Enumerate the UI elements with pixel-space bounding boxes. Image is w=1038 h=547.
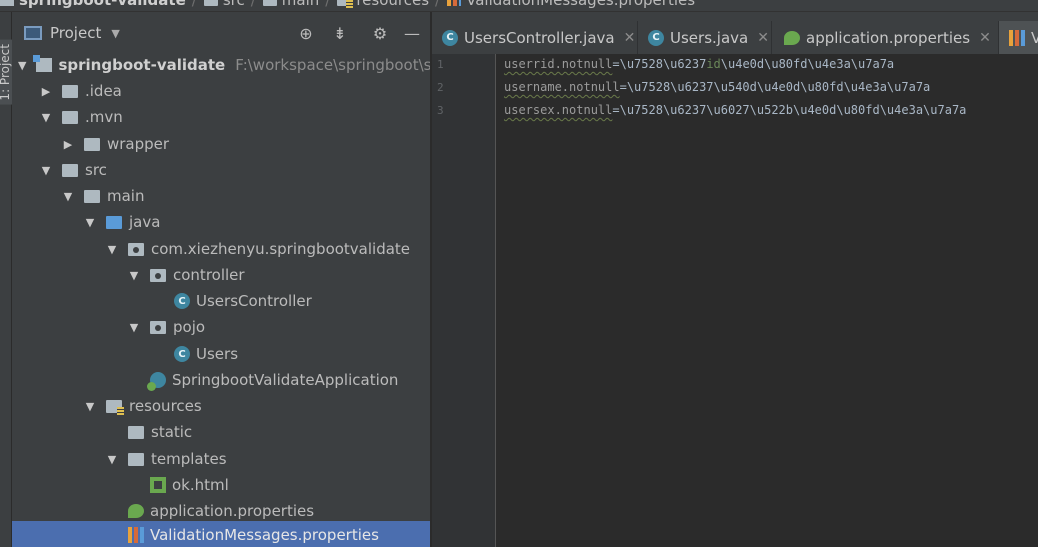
tree-item-springbootvalidateapplication[interactable]: SpringbootValidateApplication xyxy=(12,367,430,393)
code-line[interactable]: username.notnull=\u7528\u6237\u540d\u4e0… xyxy=(504,80,930,94)
collapse-all-icon[interactable]: ⇟ xyxy=(330,23,350,43)
class-icon: C xyxy=(648,29,664,46)
close-icon[interactable]: ✕ xyxy=(979,30,991,46)
chevron-right-icon[interactable]: ▶ xyxy=(40,85,52,98)
project-panel-header: Project ▼ ⊕ ⇟ ⚙ — xyxy=(12,21,430,47)
line-number: 1 xyxy=(437,58,444,71)
folder-icon xyxy=(262,0,277,6)
breadcrumb-item-main[interactable]: main xyxy=(262,0,319,9)
tree-item-wrapper[interactable]: ▶ wrapper xyxy=(12,131,430,157)
module-icon xyxy=(0,0,14,6)
tree-item-templates[interactable]: ▼ templates xyxy=(12,446,430,472)
chevron-down-icon: ▼ xyxy=(111,26,120,40)
breadcrumb-separator: / xyxy=(191,0,197,9)
tree-item-users[interactable]: C Users xyxy=(12,341,430,367)
html-file-icon xyxy=(150,477,166,493)
class-icon: C xyxy=(442,29,458,46)
tree-item-package-root[interactable]: ▼ com.xiezhenyu.springbootvalidate xyxy=(12,236,430,262)
properties-file-icon xyxy=(128,527,144,543)
breadcrumb-item-resources[interactable]: resources xyxy=(337,0,429,9)
folder-icon xyxy=(62,163,78,177)
breadcrumb-separator: / xyxy=(325,0,331,9)
tree-item-src[interactable]: ▼ src xyxy=(12,157,430,183)
chevron-right-icon[interactable]: ▶ xyxy=(62,138,74,151)
tab-application-properties[interactable]: application.properties ✕ xyxy=(772,21,999,54)
tree-item-springboot-validate[interactable]: ▼ springboot-validate F:\workspace\sprin… xyxy=(12,52,430,78)
package-icon xyxy=(128,242,144,256)
spring-boot-class-icon xyxy=(147,372,166,391)
resources-folder-icon xyxy=(337,0,354,8)
module-icon xyxy=(33,55,53,72)
tree-item-main[interactable]: ▼ main xyxy=(12,183,430,209)
folder-icon xyxy=(203,0,218,6)
line-number: 3 xyxy=(437,104,444,117)
chevron-down-icon[interactable]: ▼ xyxy=(40,164,52,177)
tree-item-controller[interactable]: ▼ controller xyxy=(12,262,430,288)
tree-item-java[interactable]: ▼ java xyxy=(12,209,430,235)
folder-icon xyxy=(84,137,100,151)
gear-icon[interactable]: ⚙ xyxy=(370,23,390,43)
folder-icon xyxy=(84,189,100,203)
tree-item-pojo[interactable]: ▼ pojo xyxy=(12,314,430,340)
code-line[interactable]: userrid.notnull=\u7528\u6237id\u4e0d\u80… xyxy=(504,57,894,71)
code-line[interactable]: usersex.notnull=\u7528\u6237\u6027\u522b… xyxy=(504,103,966,117)
properties-file-icon xyxy=(1009,29,1025,46)
tree-item-ok-html[interactable]: ok.html xyxy=(12,472,430,498)
chevron-down-icon[interactable]: ▼ xyxy=(62,190,74,203)
tree-item-idea[interactable]: ▶ .idea xyxy=(12,78,430,104)
chevron-down-icon[interactable]: ▼ xyxy=(84,400,96,413)
package-icon xyxy=(150,268,166,282)
line-number: 2 xyxy=(437,81,444,94)
chevron-down-icon[interactable]: ▼ xyxy=(40,111,52,124)
project-panel: Project ▼ ⊕ ⇟ ⚙ — ▼ springboot-validate … xyxy=(12,12,430,547)
chevron-down-icon[interactable]: ▼ xyxy=(18,59,26,72)
folder-icon xyxy=(128,452,144,466)
editor-tab-bar: C UsersController.java ✕ C Users.java ✕ … xyxy=(432,12,1038,54)
class-icon: C xyxy=(174,346,190,362)
chevron-down-icon[interactable]: ▼ xyxy=(128,269,140,282)
tree-item-resources[interactable]: ▼ resources xyxy=(12,393,430,419)
tree-item-static[interactable]: static xyxy=(12,419,430,445)
tab-userscontroller-java[interactable]: C UsersController.java ✕ xyxy=(432,21,638,54)
resources-folder-icon xyxy=(106,399,124,415)
editor-text-area[interactable]: userrid.notnull=\u7528\u6237id\u4e0d\u80… xyxy=(496,54,1038,547)
breadcrumb: springboot-validate / src / main / resou… xyxy=(0,0,1038,12)
spring-properties-icon xyxy=(784,30,800,45)
close-icon[interactable]: ✕ xyxy=(757,30,769,46)
tab-users-java[interactable]: C Users.java ✕ xyxy=(638,21,772,54)
tool-window-stripe: 1: Project xyxy=(0,12,12,547)
breadcrumb-separator: / xyxy=(250,0,256,9)
project-icon xyxy=(24,26,42,40)
folder-icon xyxy=(62,110,78,124)
locate-icon[interactable]: ⊕ xyxy=(296,23,316,43)
chevron-down-icon[interactable]: ▼ xyxy=(106,453,118,466)
close-icon[interactable]: ✕ xyxy=(624,30,636,46)
chevron-down-icon[interactable]: ▼ xyxy=(106,243,118,256)
project-view-selector[interactable]: Project ▼ xyxy=(24,24,120,42)
tree-item-userscontroller[interactable]: C UsersController xyxy=(12,288,430,314)
chevron-down-icon[interactable]: ▼ xyxy=(128,321,140,334)
project-tool-window-button[interactable]: 1: Project xyxy=(0,40,12,105)
tab-validationmessages-properties[interactable]: V xyxy=(999,21,1038,54)
tree-item-mvn[interactable]: ▼ .mvn xyxy=(12,104,430,130)
folder-icon xyxy=(128,425,144,439)
minimize-icon[interactable]: — xyxy=(402,23,422,43)
editor-gutter: 1 2 3 xyxy=(432,54,496,547)
chevron-down-icon[interactable]: ▼ xyxy=(84,216,96,229)
spring-properties-icon xyxy=(128,504,144,518)
tree-item-validationmessages-properties[interactable]: ValidationMessages.properties xyxy=(12,521,430,547)
breadcrumb-item-file[interactable]: ValidationMessages.properties xyxy=(447,0,695,9)
properties-file-icon xyxy=(447,0,462,6)
package-icon xyxy=(150,320,166,334)
breadcrumb-separator: / xyxy=(435,0,441,9)
breadcrumb-item-project[interactable]: springboot-validate xyxy=(0,0,186,9)
folder-icon xyxy=(62,84,78,98)
breadcrumb-item-src[interactable]: src xyxy=(203,0,245,9)
class-icon: C xyxy=(174,293,190,309)
source-folder-icon xyxy=(106,215,122,229)
